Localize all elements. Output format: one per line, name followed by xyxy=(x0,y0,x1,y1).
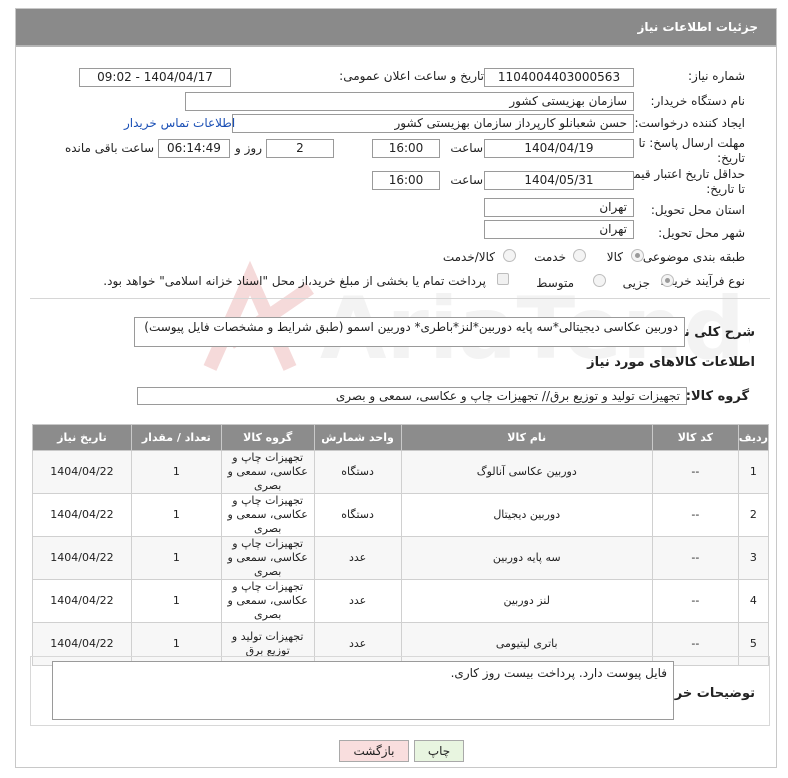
remaining-time-field: 06:14:49 xyxy=(158,139,230,158)
table-row: 4 -- لنز دوربین عدد تجهیزات چاپ و عکاسی،… xyxy=(32,579,770,623)
divider xyxy=(30,298,770,299)
table-row: 3 -- سه پایه دوربین عدد تجهیزات چاپ و عک… xyxy=(32,536,770,580)
col-header-group: گروه کالا xyxy=(220,424,315,451)
cell-index: 1 xyxy=(737,450,770,494)
contact-info-link[interactable]: اطلاعات تماس خریدار xyxy=(124,116,235,130)
cell-unit: دستگاه xyxy=(313,450,402,494)
process-radio-minor[interactable] xyxy=(661,274,674,287)
cell-group: تجهیزات چاپ و عکاسی، سمعی و بصری xyxy=(220,493,315,537)
process-option-medium: متوسط xyxy=(536,276,574,290)
cell-name: سه پایه دوربین xyxy=(400,536,653,580)
cell-name: لنز دوربین xyxy=(400,579,653,623)
city-field: تهران xyxy=(484,220,634,239)
cell-qty: 1 xyxy=(130,493,222,537)
cell-index: 4 xyxy=(737,579,770,623)
col-header-qty: تعداد / مقدار xyxy=(130,424,222,451)
title-bar: جزئیات اطلاعات نیاز xyxy=(16,9,776,47)
goods-group-field: تجهیزات تولید و توزیع برق// تجهیزات چاپ … xyxy=(137,387,687,405)
deadline-time-field: 16:00 xyxy=(372,139,440,158)
category-radio-goods-service[interactable] xyxy=(503,249,516,262)
validity-date-field: 1404/05/31 xyxy=(484,171,634,190)
deadline-days-field: 2 xyxy=(266,139,334,158)
category-option-goods-service: کالا/خدمت xyxy=(442,250,495,264)
cell-date: 1404/04/22 xyxy=(32,579,132,623)
validity-time-field: 16:00 xyxy=(372,171,440,190)
need-number-field: 1104004403000563 xyxy=(484,68,634,87)
remaining-time-label: ساعت باقی مانده xyxy=(64,141,154,155)
treasury-payment-checkbox[interactable] xyxy=(497,273,509,285)
deadline-date-field: 1404/04/19 xyxy=(484,139,634,158)
description-field: دوربین عکاسی دیجیتالی*سه پایه دوربین*لنز… xyxy=(134,317,685,347)
buyer-field: سازمان بهزیستی کشور xyxy=(185,92,634,111)
deadline-days-label: روز و xyxy=(235,141,262,155)
col-header-name: نام کالا xyxy=(400,424,653,451)
cell-code: -- xyxy=(651,493,739,537)
province-label: استان محل تحویل: xyxy=(650,203,745,217)
process-radio-medium[interactable] xyxy=(593,274,606,287)
cell-date: 1404/04/22 xyxy=(32,450,132,494)
announce-field: 1404/04/17 - 09:02 xyxy=(79,68,231,87)
page-title: جزئیات اطلاعات نیاز xyxy=(637,20,758,34)
category-radio-service[interactable] xyxy=(573,249,586,262)
requester-label: ایجاد کننده درخواست: xyxy=(634,116,745,130)
cell-index: 2 xyxy=(737,493,770,537)
deadline-time-label: ساعت xyxy=(450,141,483,155)
cell-group: تجهیزات چاپ و عکاسی، سمعی و بصری xyxy=(220,579,315,623)
goods-section-title: اطلاعات کالاهای مورد نیاز xyxy=(587,355,755,370)
print-button[interactable]: چاپ xyxy=(414,740,464,762)
province-field: تهران xyxy=(484,198,634,217)
buyer-notes-field: فایل پیوست دارد. پرداخت بیست روز کاری. xyxy=(52,661,674,720)
cell-qty: 1 xyxy=(130,579,222,623)
validity-label-line2: تا تاریخ: xyxy=(706,182,745,196)
cell-date: 1404/04/22 xyxy=(32,493,132,537)
category-option-service: خدمت xyxy=(534,250,566,264)
validity-time-label: ساعت xyxy=(450,173,483,187)
cell-unit: عدد xyxy=(313,579,402,623)
cell-qty: 1 xyxy=(130,450,222,494)
process-option-minor: جزیی xyxy=(622,276,650,290)
table-row: 1 -- دوربین عکاسی آنالوگ دستگاه تجهیزات … xyxy=(32,450,770,494)
deadline-label-line1: مهلت ارسال پاسخ: تا xyxy=(638,136,745,150)
cell-code: -- xyxy=(651,536,739,580)
goods-table: ردیف کد کالا نام کالا واحد شمارش گروه کا… xyxy=(32,424,770,666)
table-row: 2 -- دوربین دیجیتال دستگاه تجهیزات چاپ و… xyxy=(32,493,770,537)
cell-code: -- xyxy=(651,450,739,494)
buyer-label: نام دستگاه خریدار: xyxy=(650,94,746,108)
col-header-code: کد کالا xyxy=(651,424,739,451)
cell-unit: دستگاه xyxy=(313,493,402,537)
deadline-label-line2: تاریخ: xyxy=(717,151,745,165)
back-button[interactable]: بازگشت xyxy=(339,740,409,762)
category-option-goods: کالا xyxy=(606,250,623,264)
goods-group-label: گروه کالا: xyxy=(685,389,749,404)
category-radio-goods[interactable] xyxy=(631,249,644,262)
table-header-row: ردیف کد کالا نام کالا واحد شمارش گروه کا… xyxy=(32,424,770,451)
validity-label-line1: حداقل تاریخ اعتبار قیمت: xyxy=(618,167,745,181)
need-number-label: شماره نیاز: xyxy=(688,69,745,83)
requester-field: حسن شعبانلو کارپرداز سازمان بهزیستی کشور xyxy=(232,114,634,133)
cell-group: تجهیزات چاپ و عکاسی، سمعی و بصری xyxy=(220,450,315,494)
cell-name: دوربین عکاسی آنالوگ xyxy=(400,450,653,494)
city-label: شهر محل تحویل: xyxy=(658,226,745,240)
cell-code: -- xyxy=(651,579,739,623)
cell-qty: 1 xyxy=(130,536,222,580)
cell-index: 3 xyxy=(737,536,770,580)
cell-date: 1404/04/22 xyxy=(32,536,132,580)
treasury-payment-note: پرداخت تمام یا بخشی از مبلغ خرید،از محل … xyxy=(103,274,486,288)
col-header-index: ردیف xyxy=(737,424,770,451)
announce-label: تاریخ و ساعت اعلان عمومی: xyxy=(339,69,484,83)
cell-group: تجهیزات چاپ و عکاسی، سمعی و بصری xyxy=(220,536,315,580)
cell-unit: عدد xyxy=(313,536,402,580)
cell-name: دوربین دیجیتال xyxy=(400,493,653,537)
category-label: طبقه بندی موضوعی: xyxy=(638,250,745,264)
col-header-unit: واحد شمارش xyxy=(313,424,402,451)
col-header-date: تاریخ نیاز xyxy=(32,424,132,451)
